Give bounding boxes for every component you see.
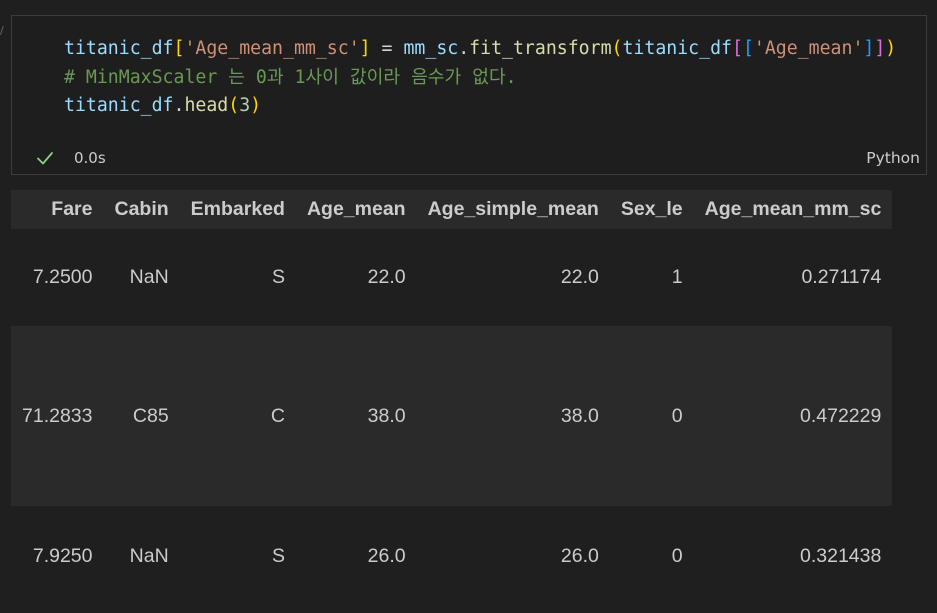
table-cell: 71.2833 [11, 326, 104, 506]
table-cell: 0 [609, 506, 694, 606]
table-cell: S [179, 229, 296, 326]
code-token: . [458, 38, 470, 59]
code-token: 'Age_mean' [753, 38, 864, 59]
table-row: 7.9250 NaN S 26.0 26.0 0 0.321438 [11, 506, 893, 606]
notebook-view: / titanic_df['Age_mean_mm_sc'] = mm_sc.f… [0, 0, 937, 613]
column-header-sex-le: Sex_le [609, 190, 694, 229]
table-cell: 0.472229 [693, 326, 893, 506]
code-token: mm_sc [403, 38, 459, 59]
code-token: [ [731, 38, 743, 59]
kernel-language-label[interactable]: Python [866, 149, 920, 167]
table-cell: 0.321438 [693, 506, 893, 606]
code-token: . [173, 95, 185, 116]
table-cell: 38.0 [295, 326, 417, 506]
code-token: head [184, 95, 229, 116]
column-header-cabin: Cabin [103, 190, 180, 229]
check-icon [37, 152, 53, 165]
code-line[interactable]: titanic_df.head(3) [64, 92, 927, 121]
table-cell: 26.0 [295, 506, 417, 606]
table-row: 71.2833 C85 C 38.0 38.0 0 0.472229 [11, 326, 893, 506]
code-line[interactable]: titanic_df['Age_mean_mm_sc'] = mm_sc.fit… [64, 35, 927, 64]
table-cell: 7.2500 [11, 229, 104, 326]
code-token: ] [863, 38, 875, 59]
code-token: titanic_df [622, 38, 732, 59]
code-cell[interactable]: titanic_df['Age_mean_mm_sc'] = mm_sc.fit… [11, 15, 927, 175]
column-header-age-simple-mean: Age_simple_mean [416, 190, 610, 229]
code-line[interactable]: # MinMaxScaler 는 0과 1사이 값이라 음수가 없다. [64, 64, 927, 93]
table-cell: 1 [609, 229, 694, 326]
code-token: [ [742, 38, 754, 59]
code-token: ] [359, 38, 371, 59]
cell-status-bar: 0.0s Python [12, 146, 926, 172]
table-cell: 26.0 [416, 506, 610, 606]
code-token: ) [885, 38, 897, 59]
table-cell: NaN [103, 506, 180, 606]
code-token: [ [173, 38, 185, 59]
table-cell: 7.9250 [11, 506, 104, 606]
code-token: titanic_df [64, 95, 174, 116]
table-header-row: Fare Cabin Embarked Age_mean Age_simple_… [11, 190, 893, 229]
code-token: = [370, 38, 404, 59]
table-cell: 38.0 [416, 326, 610, 506]
code-editor[interactable]: titanic_df['Age_mean_mm_sc'] = mm_sc.fit… [64, 35, 927, 121]
cell-gutter-marker: / [0, 24, 4, 37]
code-token: 'Age_mean_mm_sc' [184, 38, 360, 59]
table-cell: 22.0 [416, 229, 610, 326]
code-token: titanic_df [64, 38, 174, 59]
table-row: 7.2500 NaN S 22.0 22.0 1 0.271174 [11, 229, 893, 326]
table-cell: 0.271174 [693, 229, 893, 326]
code-token: ( [228, 95, 240, 116]
table-cell: 22.0 [295, 229, 417, 326]
code-token: ) [250, 95, 262, 116]
table-cell: C [179, 326, 296, 506]
code-token: 3 [239, 95, 251, 116]
dataframe-table: Fare Cabin Embarked Age_mean Age_simple_… [11, 190, 893, 606]
code-token: fit_transform [469, 38, 612, 59]
code-token: # MinMaxScaler 는 0과 1사이 값이라 음수가 없다. [64, 66, 517, 88]
execution-duration: 0.0s [74, 149, 106, 167]
column-header-fare: Fare [11, 190, 104, 229]
table-cell: 0 [609, 326, 694, 506]
code-token: ( [611, 38, 623, 59]
column-header-age-mean-mm-sc: Age_mean_mm_sc [693, 190, 893, 229]
column-header-embarked: Embarked [179, 190, 296, 229]
dataframe-output: Fare Cabin Embarked Age_mean Age_simple_… [11, 190, 937, 613]
table-cell: S [179, 506, 296, 606]
table-cell: C85 [103, 326, 180, 506]
table-cell: NaN [103, 229, 180, 326]
column-header-age-mean: Age_mean [295, 190, 417, 229]
code-token: ] [874, 38, 886, 59]
